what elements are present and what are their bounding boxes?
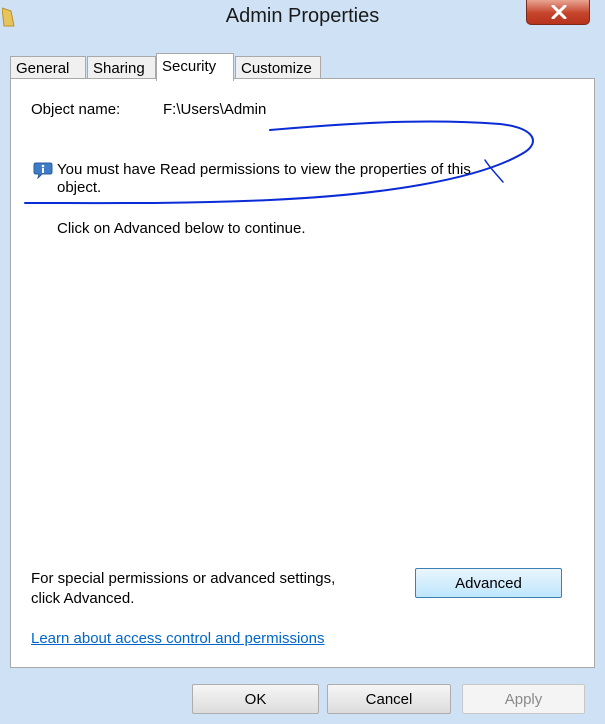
info-icon — [33, 162, 53, 179]
title-bar[interactable]: Admin Properties — [0, 0, 605, 38]
cancel-button[interactable]: Cancel — [327, 684, 451, 714]
security-panel: Object name: F:\Users\Admin You must hav… — [10, 78, 595, 668]
tab-customize[interactable]: Customize — [235, 56, 321, 80]
info-message-line2: object. — [57, 179, 102, 196]
apply-button[interactable]: Apply — [462, 684, 585, 714]
close-button[interactable] — [526, 0, 590, 25]
advanced-button[interactable]: Advanced — [415, 568, 562, 598]
continue-instruction: Click on Advanced below to continue. — [57, 220, 306, 237]
learn-access-control-link[interactable]: Learn about access control and permissio… — [31, 630, 325, 647]
properties-window: Admin Properties General Sharing Securit… — [0, 0, 605, 724]
close-icon — [551, 5, 567, 19]
tab-sharing[interactable]: Sharing — [87, 56, 156, 80]
ok-button[interactable]: OK — [192, 684, 319, 714]
tab-general[interactable]: General — [10, 56, 86, 80]
tab-security[interactable]: Security — [156, 53, 234, 81]
object-name-value: F:\Users\Admin — [163, 101, 267, 118]
window-title: Admin Properties — [225, 5, 380, 27]
special-permissions-line1: For special permissions or advanced sett… — [31, 570, 336, 587]
info-message-line1: You must have Read permissions to view t… — [57, 161, 471, 178]
special-permissions-line2: click Advanced. — [31, 590, 135, 607]
object-name-label: Object name: — [31, 101, 121, 118]
